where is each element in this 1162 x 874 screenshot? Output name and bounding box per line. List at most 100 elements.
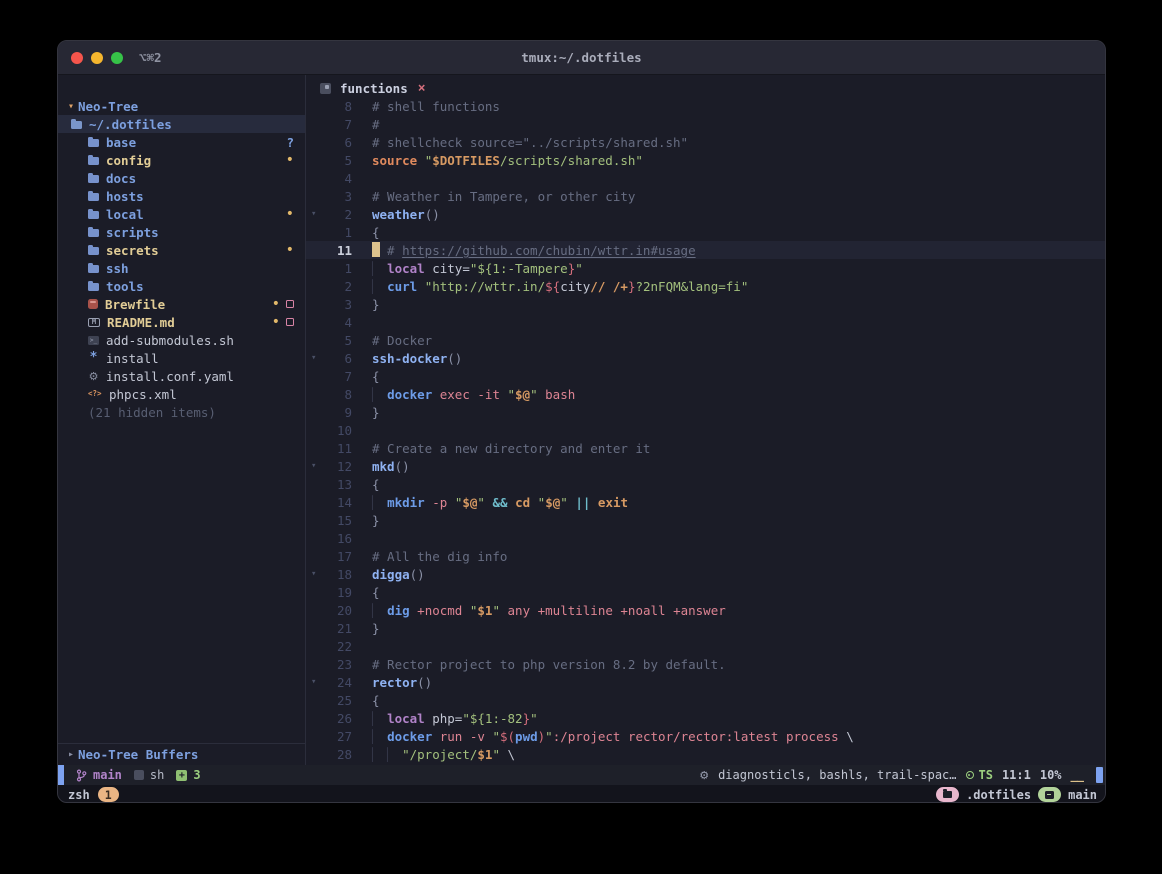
code-token: # <box>387 243 402 258</box>
tab-close-icon[interactable]: × <box>418 81 426 96</box>
code-token: ▏ <box>372 711 387 726</box>
tree-item-scripts[interactable]: scripts <box>58 223 305 241</box>
code-token <box>500 387 508 402</box>
titlebar[interactable]: ⌥⌘2 tmux:~/.dotfiles <box>58 41 1105 75</box>
terminal-icon <box>1045 791 1054 799</box>
lsp-clients-label: diagnosticls, bashls, trail-spac… <box>718 768 956 782</box>
code-token: mkdir <box>387 495 425 510</box>
code-line-15[interactable]: ▾6ssh-docker() <box>306 349 1105 367</box>
tree-item-tools[interactable]: tools <box>58 277 305 295</box>
tab-functions[interactable]: functions <box>340 81 408 96</box>
code-line-12[interactable]: 3} <box>306 295 1105 313</box>
code-line-16[interactable]: 7{ <box>306 367 1105 385</box>
code-line-30[interactable]: 21} <box>306 619 1105 637</box>
code-token <box>530 495 538 510</box>
fold-open-icon[interactable]: ▾ <box>306 461 322 471</box>
tree-item-install-conf-yaml[interactable]: ⚙install.conf.yaml <box>58 367 305 385</box>
tree-item-label: phpcs.xml <box>109 387 177 402</box>
code-line-3[interactable]: 6# shellcheck source="../scripts/shared.… <box>306 133 1105 151</box>
git-status-badges: • <box>272 299 294 309</box>
code-line-10[interactable]: 1▏ local city="${1:-Tampere}" <box>306 259 1105 277</box>
fold-open-icon[interactable]: ▾ <box>306 353 322 363</box>
script-icon: >_ <box>88 336 99 345</box>
code-token: # Weather in Tampere, or other city <box>372 189 635 204</box>
code-line-1[interactable]: 8# shell functions <box>306 97 1105 115</box>
code-line-18[interactable]: 9} <box>306 403 1105 421</box>
git-modified-icon: • <box>286 209 294 219</box>
code-line-29[interactable]: 20▏ dig +nocmd "$1" any +multiline +noal… <box>306 601 1105 619</box>
tree-item-hosts[interactable]: hosts <box>58 187 305 205</box>
close-button[interactable] <box>71 52 83 64</box>
code-line-24[interactable]: 15} <box>306 511 1105 529</box>
tree-item-brewfile[interactable]: Brewfile• <box>58 295 305 313</box>
fold-open-icon[interactable]: ▾ <box>306 209 322 219</box>
code-line-33[interactable]: ▾24rector() <box>306 673 1105 691</box>
tree-item-dotfiles[interactable]: ~/.dotfiles <box>58 115 305 133</box>
tmux-window-zsh[interactable]: zsh 1 <box>68 787 119 802</box>
tree-item-phpcs-xml[interactable]: <?> phpcs.xml <box>58 385 305 403</box>
code-line-4[interactable]: 5source "$DOTFILES/scripts/shared.sh" <box>306 151 1105 169</box>
tree-header[interactable]: ▾ Neo-Tree <box>58 97 305 115</box>
code-line-21[interactable]: ▾12mkd() <box>306 457 1105 475</box>
brew-icon <box>88 299 98 309</box>
code-line-text: # shell functions <box>372 99 500 114</box>
code-line-35[interactable]: 26▏ local php="${1:-82}" <box>306 709 1105 727</box>
code-line-34[interactable]: 25{ <box>306 691 1105 709</box>
folder-icon <box>88 211 99 219</box>
code-line-36[interactable]: 27▏ docker run -v "$(pwd)":/project rect… <box>306 727 1105 745</box>
php-icon: <?> <box>88 389 102 399</box>
fold-open-icon[interactable]: ▾ <box>306 569 322 579</box>
code-line-text: rector() <box>372 675 432 690</box>
folder-icon <box>88 175 99 183</box>
tree-item-base[interactable]: base? <box>58 133 305 151</box>
lsp-status-label: TS <box>979 768 993 782</box>
code-token: { <box>372 225 380 240</box>
code-line-20[interactable]: 11# Create a new directory and enter it <box>306 439 1105 457</box>
code-line-2[interactable]: 7# <box>306 115 1105 133</box>
tree-item-docs[interactable]: docs <box>58 169 305 187</box>
code-line-27[interactable]: ▾18digga() <box>306 565 1105 583</box>
fold-open-icon[interactable]: ▾ <box>306 677 322 687</box>
tree-item-config[interactable]: config• <box>58 151 305 169</box>
code-line-14[interactable]: 5# Docker <box>306 331 1105 349</box>
tree-item-ssh[interactable]: ssh <box>58 259 305 277</box>
code-line-25[interactable]: 16 <box>306 529 1105 547</box>
code-line-text: { <box>372 585 380 600</box>
code-line-text: { <box>372 477 380 492</box>
code-line-17[interactable]: 8▏ docker exec -it "$@" bash <box>306 385 1105 403</box>
code-line-8[interactable]: 1{ <box>306 223 1105 241</box>
code-line-31[interactable]: 22 <box>306 637 1105 655</box>
code-line-26[interactable]: 17# All the dig info <box>306 547 1105 565</box>
scrollbar-thumb[interactable] <box>1096 767 1103 783</box>
code-token: $@ <box>515 387 530 402</box>
code-line-22[interactable]: 13{ <box>306 475 1105 493</box>
code-line-5[interactable]: 4 <box>306 169 1105 187</box>
tree-item-secrets[interactable]: secrets• <box>58 241 305 259</box>
code-line-19[interactable]: 10 <box>306 421 1105 439</box>
line-number: 1 <box>322 261 352 276</box>
tree-item-local[interactable]: local• <box>58 205 305 223</box>
tree-buffers-header[interactable]: ▸ Neo-Tree Buffers <box>58 743 305 765</box>
tree-item-install[interactable]: *install <box>58 349 305 367</box>
code-line-6[interactable]: 3# Weather in Tampere, or other city <box>306 187 1105 205</box>
code-line-23[interactable]: 14▏ mkdir -p "$@" && cd "$@" || exit <box>306 493 1105 511</box>
line-number: 17 <box>322 549 352 564</box>
code-line-7[interactable]: ▾2weather() <box>306 205 1105 223</box>
tree-item-readme-md[interactable]: MREADME.md• <box>58 313 305 331</box>
tmux-window-index-badge: 1 <box>98 787 119 802</box>
code-line-32[interactable]: 23# Rector project to php version 8.2 by… <box>306 655 1105 673</box>
tree-item-21-hidden-items[interactable]: (21 hidden items) <box>58 403 305 421</box>
code-token: || <box>575 495 590 510</box>
git-untracked-icon: ? <box>286 135 294 150</box>
code-line-37[interactable]: 28▏ ▏ "/project/$1" \ <box>306 745 1105 763</box>
code-token: \ <box>500 747 515 762</box>
minimize-button[interactable] <box>91 52 103 64</box>
code-line-11[interactable]: 2▏ curl "http://wttr.in/${city// /+}?2nF… <box>306 277 1105 295</box>
code-line-text: ▏ mkdir -p "$@" && cd "$@" || exit <box>372 495 628 510</box>
code-line-13[interactable]: 4 <box>306 313 1105 331</box>
code-line-9[interactable]: 11 # https://github.com/chubin/wttr.in#u… <box>306 241 1105 259</box>
zoom-button[interactable] <box>111 52 123 64</box>
tree-item-add-submodules-sh[interactable]: >_add-submodules.sh <box>58 331 305 349</box>
code-line-28[interactable]: 19{ <box>306 583 1105 601</box>
tree-item-label: README.md <box>107 315 175 330</box>
